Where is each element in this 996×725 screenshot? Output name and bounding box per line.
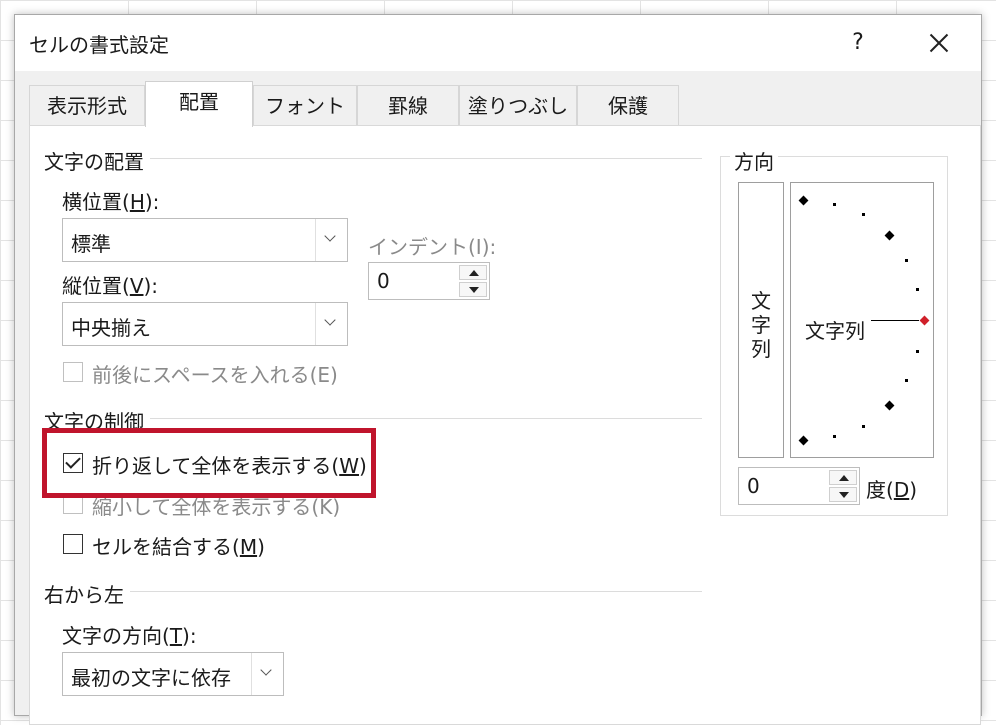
dial-tick [916, 288, 919, 291]
tab-protection[interactable]: 保護 [577, 85, 679, 125]
highlight-box [42, 428, 376, 498]
spin-up-icon[interactable] [829, 470, 857, 485]
merge-cells-label: セルを結合する(M) [92, 535, 265, 559]
dial-tick [833, 435, 836, 438]
tab-border[interactable]: 罫線 [357, 85, 459, 125]
vertical-alignment-select[interactable]: 中央揃え [62, 302, 348, 346]
justify-distributed-checkbox[interactable] [63, 362, 83, 382]
help-button[interactable]: ? [843, 25, 873, 61]
spin-down-icon[interactable] [459, 282, 487, 297]
dial-text: 文字列 [805, 319, 865, 343]
merge-cells-checkbox[interactable] [63, 534, 83, 554]
indent-spinner[interactable]: 0 [368, 262, 490, 300]
chevron-down-icon[interactable] [251, 653, 283, 695]
close-button[interactable] [919, 23, 959, 63]
chevron-down-icon[interactable] [315, 303, 347, 345]
degrees-spinner[interactable]: 0 [738, 467, 860, 505]
dial-tick [833, 203, 836, 206]
section-divider [150, 158, 702, 159]
indent-label: インデント(I): [368, 235, 497, 259]
section-title-orientation: 方向 [730, 146, 778, 175]
dial-tick [905, 379, 908, 382]
section-title-rtl: 右から左 [44, 583, 124, 607]
degrees-label: 度(D) [866, 478, 918, 502]
chevron-down-icon[interactable] [315, 219, 347, 261]
section-divider [150, 418, 702, 419]
spin-up-icon[interactable] [459, 265, 487, 280]
tab-number[interactable]: 表示形式 [29, 85, 145, 125]
justify-distributed-label: 前後にスペースを入れる(E) [92, 363, 338, 387]
vertical-label: 縦位置(V): [62, 274, 159, 298]
horizontal-label: 横位置(H): [62, 190, 160, 214]
dial-marker [798, 195, 809, 206]
vertical-alignment-value: 中央揃え [71, 316, 151, 340]
dial-tick [862, 425, 865, 428]
vertical-text-char: 列 [751, 337, 771, 361]
dial-tick [862, 213, 865, 216]
dial-active-marker[interactable] [919, 315, 930, 326]
text-direction-label: 文字の方向(T): [62, 624, 197, 648]
horizontal-alignment-value: 標準 [71, 232, 111, 256]
orientation-dial[interactable]: 文字列 [790, 182, 934, 458]
section-divider [130, 591, 702, 592]
dial-marker [884, 230, 895, 241]
dial-marker [884, 400, 895, 411]
horizontal-alignment-select[interactable]: 標準 [62, 218, 348, 262]
indent-value: 0 [377, 269, 390, 293]
vertical-text-button[interactable]: 文 字 列 [738, 182, 784, 458]
spin-down-icon[interactable] [829, 487, 857, 502]
section-title-alignment: 文字の配置 [44, 150, 144, 174]
tab-font[interactable]: フォント [253, 85, 357, 125]
degrees-value: 0 [747, 474, 760, 498]
tab-fill[interactable]: 塗りつぶし [459, 85, 577, 125]
dial-tick [905, 259, 908, 262]
dial-tick [916, 350, 919, 353]
text-direction-select[interactable]: 最初の文字に依存 [62, 652, 284, 696]
title-bar: セルの書式設定 ? [15, 15, 981, 71]
dialog-title: セルの書式設定 [29, 33, 169, 57]
text-direction-value: 最初の文字に依存 [71, 666, 231, 690]
dial-marker [798, 435, 809, 446]
tab-alignment[interactable]: 配置 [145, 81, 253, 127]
